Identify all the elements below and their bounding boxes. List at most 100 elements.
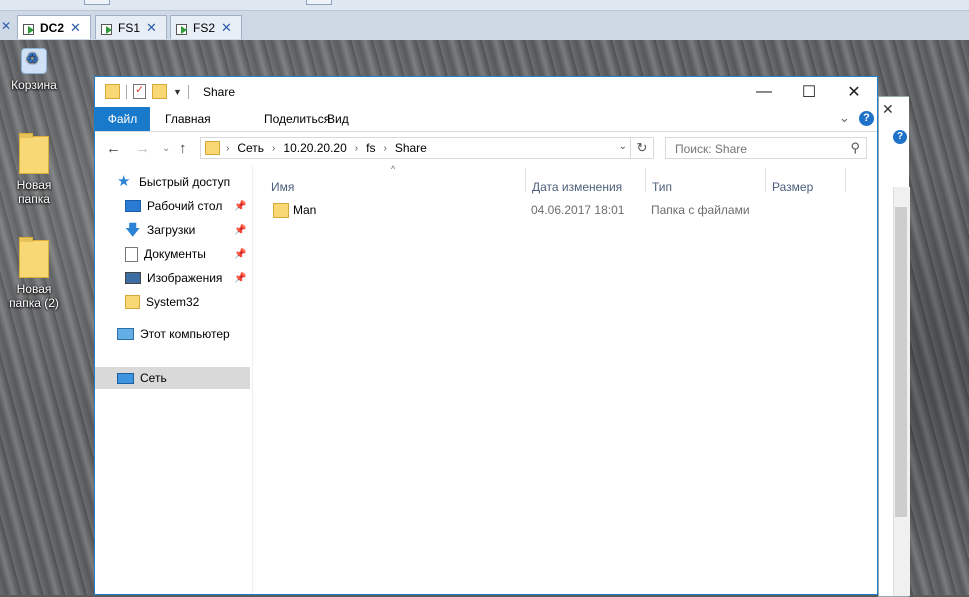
tab-dc2[interactable]: DC2 ✕	[17, 15, 91, 39]
nav-network[interactable]: Сеть	[95, 367, 250, 389]
tab-fs1[interactable]: FS1 ✕	[95, 15, 167, 39]
close-icon[interactable]: ✕	[882, 101, 894, 118]
download-icon	[125, 220, 141, 245]
file-name: Man	[293, 203, 317, 217]
nav-item-label: Документы	[144, 247, 206, 261]
up-button[interactable]: ↑	[179, 140, 187, 157]
refresh-icon[interactable]: ↻	[630, 138, 653, 158]
star-icon	[117, 172, 133, 190]
navigation-pane: Быстрый доступ Рабочий стол 📌 Загрузки 📌…	[95, 164, 253, 594]
close-icon[interactable]: ✕	[1, 19, 11, 33]
folder-icon	[273, 203, 289, 218]
navigation-bar: ← → ⌄ ↑ › Сеть › 10.20.20.20 › fs › Shar…	[95, 132, 877, 164]
nav-documents[interactable]: Документы	[125, 243, 252, 265]
nav-quick-access[interactable]: Быстрый доступ	[117, 171, 252, 193]
desktop-icon-recycle-bin[interactable]: Корзина	[1, 48, 67, 92]
back-button[interactable]: ←	[106, 140, 121, 157]
search-input[interactable]	[673, 141, 837, 157]
background-window[interactable]: ✕ ?	[878, 96, 910, 597]
expand-ribbon-icon[interactable]: ⌄	[839, 110, 850, 126]
vm-toolbar-button[interactable]	[84, 0, 110, 5]
tab-label: FS2	[193, 20, 216, 35]
vm-icon	[100, 21, 114, 35]
column-header-date[interactable]: Дата изменения	[532, 180, 622, 196]
tab-view[interactable]: Вид	[313, 107, 363, 131]
sort-ascending-icon: ^	[391, 164, 396, 174]
window-title: Share	[203, 85, 236, 99]
pin-icon[interactable]: 📌	[234, 249, 246, 260]
nav-item-label: Сеть	[140, 371, 167, 385]
nav-this-pc[interactable]: Этот компьютер	[117, 323, 252, 345]
scrollbar-thumb[interactable]	[895, 207, 907, 517]
folder-icon	[19, 133, 49, 174]
new-folder-icon[interactable]	[152, 84, 167, 99]
title-bar[interactable]: ▼ Share — ☐ ✕	[95, 77, 877, 107]
close-icon[interactable]: ✕	[146, 20, 157, 36]
folder-icon	[125, 295, 140, 309]
properties-icon[interactable]	[133, 83, 146, 99]
chevron-right-icon: ›	[354, 142, 359, 154]
desktop-icon-label: Корзина	[11, 78, 57, 92]
desktop-icon	[125, 200, 141, 212]
customize-toolbar-icon[interactable]: ▼	[173, 87, 182, 97]
vm-tab-strip: ✕ DC2 ✕ FS1 ✕ FS2 ✕	[0, 0, 969, 41]
table-row[interactable]: Man 04.06.2017 18:01 Папка с файлами	[269, 199, 769, 221]
breadcrumb-share[interactable]: Share	[395, 141, 427, 155]
pin-icon[interactable]: 📌	[234, 201, 246, 212]
close-icon[interactable]: ✕	[221, 20, 232, 36]
chevron-down-icon[interactable]: ⌄	[619, 141, 627, 152]
column-header-size[interactable]: Размер	[772, 180, 813, 196]
help-icon[interactable]: ?	[859, 111, 874, 126]
nav-item-label: System32	[146, 295, 200, 309]
search-icon[interactable]: ⚲	[850, 140, 860, 156]
nav-pictures[interactable]: Изображения	[125, 267, 252, 289]
tab-label: DC2	[40, 20, 65, 35]
folder-icon	[205, 141, 220, 155]
nav-desktop[interactable]: Рабочий стол	[125, 195, 252, 217]
close-button[interactable]: ✕	[831, 77, 877, 107]
forward-button[interactable]: →	[135, 140, 150, 157]
ribbon-tabs: Файл Главная Поделиться Вид ⌄ ?	[95, 107, 877, 132]
pin-icon[interactable]: 📌	[234, 273, 246, 284]
recent-locations-icon[interactable]: ⌄	[162, 143, 170, 154]
minimize-button[interactable]: —	[741, 77, 787, 107]
column-divider[interactable]	[645, 168, 646, 192]
nav-item-label: Рабочий стол	[147, 199, 223, 213]
desktop-icon-new-folder[interactable]: Новая папка	[1, 133, 67, 206]
chevron-right-icon: ›	[383, 142, 387, 154]
recycle-bin-icon	[21, 48, 47, 74]
address-bar[interactable]: › Сеть › 10.20.20.20 › fs › Share ⌄ ↻	[200, 137, 654, 159]
vm-toolbar-button[interactable]	[306, 0, 332, 5]
tab-fs2[interactable]: FS2 ✕	[170, 15, 242, 39]
tab-label: FS1	[118, 20, 141, 35]
file-list: ^ Имя Дата изменения Тип Размер Man 04.0…	[253, 164, 877, 594]
column-divider[interactable]	[525, 168, 526, 192]
desktop-icon-new-folder-2[interactable]: Новая папка (2)	[1, 237, 67, 310]
desktop-icon-label: Новая папка (2)	[9, 282, 59, 310]
column-header-type[interactable]: Тип	[652, 180, 672, 196]
maximize-button[interactable]: ☐	[786, 77, 832, 107]
nav-downloads[interactable]: Загрузки	[125, 219, 252, 245]
document-icon	[125, 246, 138, 262]
tab-home[interactable]: Главная	[151, 107, 225, 131]
nav-item-label: Этот компьютер	[140, 327, 230, 341]
column-header-name[interactable]: Имя	[271, 180, 294, 196]
quick-access-toolbar: ▼	[105, 83, 189, 99]
breadcrumb-host[interactable]: 10.20.20.20	[283, 141, 346, 155]
breadcrumb-fs[interactable]: fs	[366, 141, 375, 155]
nav-system32[interactable]: System32	[125, 291, 252, 313]
search-box[interactable]: ⚲	[665, 137, 867, 159]
nav-item-label: Изображения	[147, 271, 223, 285]
column-divider[interactable]	[845, 168, 846, 192]
tab-file[interactable]: Файл	[95, 107, 150, 131]
vm-icon	[22, 21, 36, 35]
breadcrumb-network[interactable]: Сеть	[237, 141, 264, 155]
nav-item-label: Загрузки	[147, 223, 196, 237]
column-divider[interactable]	[765, 168, 766, 192]
pin-icon[interactable]: 📌	[234, 225, 246, 236]
close-icon[interactable]: ✕	[70, 20, 81, 36]
divider	[187, 84, 189, 99]
divider	[126, 84, 127, 99]
computer-icon	[117, 328, 134, 340]
help-icon[interactable]: ?	[893, 130, 907, 144]
